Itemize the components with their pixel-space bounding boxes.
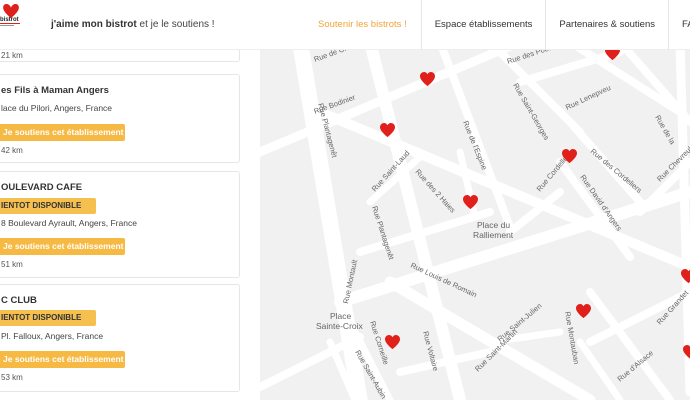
status-badge: IENTOT DISPONIBLE <box>0 198 96 214</box>
establishment-address: lace du Pilori, Angers, France <box>1 103 113 113</box>
nav-soutenir[interactable]: Soutenir les bistrots ! <box>300 0 421 50</box>
list-item[interactable]: 21 km <box>0 50 240 62</box>
support-button[interactable]: Je soutiens cet établissement <box>0 124 125 141</box>
list-item[interactable]: OULEVARD CAFE IENTOT DISPONIBLE 8 Boulev… <box>0 171 240 278</box>
street-label: Rue des 2 Haies <box>414 167 458 214</box>
tagline: j'aime mon bistrot et je le soutiens ! <box>51 19 215 30</box>
street-label: Rue Lenepveu <box>564 83 612 112</box>
establishment-list[interactable]: 21 km es Fils à Maman Angers lace du Pil… <box>0 50 260 400</box>
place-label-sainte-croix-1: Place <box>330 311 352 321</box>
place-label-ralliement-1: Place du <box>477 220 510 230</box>
distance: 53 km <box>1 373 23 382</box>
list-item[interactable]: C CLUB IENTOT DISPONIBLE Pl. Falloux, An… <box>0 284 240 392</box>
map-canvas[interactable]: Rue de Crim Rue des Poeliers Rue Lenepve… <box>260 42 690 400</box>
street-label: Rue Saint-Georges <box>511 82 551 142</box>
road-network <box>260 42 690 400</box>
street-label: Rue Plantagenêt <box>370 205 396 262</box>
distance: 51 km <box>1 260 23 269</box>
tagline-bold: j'aime mon bistrot <box>51 19 137 30</box>
nav-partenaires[interactable]: Partenaires & soutiens <box>545 0 668 50</box>
status-badge: IENTOT DISPONIBLE <box>0 310 96 326</box>
establishment-name[interactable]: OULEVARD CAFE <box>1 182 82 193</box>
support-button[interactable]: Je soutiens cet établissement <box>0 351 125 368</box>
establishment-name[interactable]: es Fils à Maman Angers <box>1 85 109 96</box>
street-label: Rue Montauban <box>563 311 581 365</box>
establishment-address: 8 Boulevard Ayrault, Angers, France <box>1 218 137 228</box>
heart-marker[interactable] <box>576 304 591 319</box>
list-item[interactable]: es Fils à Maman Angers lace du Pilori, A… <box>0 74 240 163</box>
bistrot-logo[interactable]: bistrot <box>0 3 24 44</box>
place-label-sainte-croix-2: Sainte-Croix <box>316 321 364 331</box>
support-button[interactable]: Je soutiens cet établissement <box>0 238 125 255</box>
logo-text: bistrot <box>0 17 19 23</box>
tagline-rest: et je le soutiens ! <box>136 19 215 30</box>
main-nav: Soutenir les bistrots ! Espace établisse… <box>300 0 690 50</box>
distance: 21 km <box>1 51 23 60</box>
map[interactable]: Rue de Crim Rue des Poeliers Rue Lenepve… <box>260 42 690 400</box>
nav-faq[interactable]: FA <box>668 0 690 50</box>
establishment-address: Pl. Falloux, Angers, France <box>1 331 104 341</box>
distance: 42 km <box>1 146 23 155</box>
nav-espace-etablissements[interactable]: Espace établissements <box>420 0 546 50</box>
site-header: bistrot j'aime mon bistrot et je le sout… <box>0 0 690 50</box>
place-label-ralliement-2: Ralliement <box>473 230 514 240</box>
heart-marker[interactable] <box>385 335 400 350</box>
establishment-name[interactable]: C CLUB <box>1 295 37 306</box>
street-label: Rue de la <box>653 114 677 147</box>
